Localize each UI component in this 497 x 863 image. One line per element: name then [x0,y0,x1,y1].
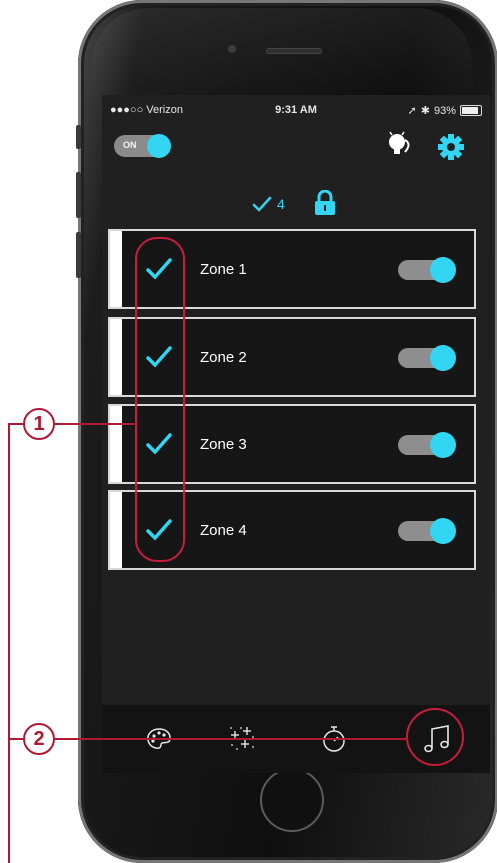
power-toggle-knob [147,134,171,158]
mute-switch [76,125,81,149]
callout-2: 2 [23,723,55,755]
music-tab-highlight [406,708,464,766]
callout-1-line [54,423,137,425]
zone-toggle-knob [430,518,456,544]
zone-toggle[interactable] [398,518,456,544]
zone-toggle[interactable] [398,432,456,458]
zone-toggle[interactable] [398,345,456,371]
power-toggle-label: ON [123,140,137,150]
earpiece-speaker [266,48,322,54]
zone-label: Zone 2 [200,349,247,366]
zone-label: Zone 4 [200,522,247,539]
callout-2-stub [8,738,24,740]
status-right-group: ➚ ✱ 93% [408,104,482,117]
gear-icon[interactable] [436,132,466,162]
front-camera [228,45,236,53]
zone-toggle-knob [430,432,456,458]
callout-1-stub [8,423,24,425]
battery-percent: 93% [433,104,456,117]
zone-toggle-knob [430,345,456,371]
zone-color-strip [110,231,122,307]
location-icon: ➚ [407,105,417,117]
check-column-highlight [135,237,185,562]
zone-toggle[interactable] [398,257,456,283]
zone-label: Zone 3 [200,436,247,453]
lock-icon[interactable] [314,190,336,216]
callout-1: 1 [23,408,55,440]
callout-2-line [54,738,408,740]
volume-down-button [76,232,81,278]
zone-color-strip [110,406,122,482]
volume-up-button [76,172,81,218]
selected-count: 4 [277,196,285,212]
battery-icon [460,105,482,116]
bulb-icon[interactable] [385,130,415,160]
zone-color-strip [110,319,122,395]
power-toggle[interactable]: ON [114,134,171,158]
zone-color-strip [110,492,122,568]
zone-toggle-knob [430,257,456,283]
bluetooth-icon: ✱ [420,105,430,117]
home-button[interactable] [260,768,324,832]
callout-vertical-line [8,424,10,863]
zone-label: Zone 1 [200,261,247,278]
selected-check-icon [252,196,272,212]
